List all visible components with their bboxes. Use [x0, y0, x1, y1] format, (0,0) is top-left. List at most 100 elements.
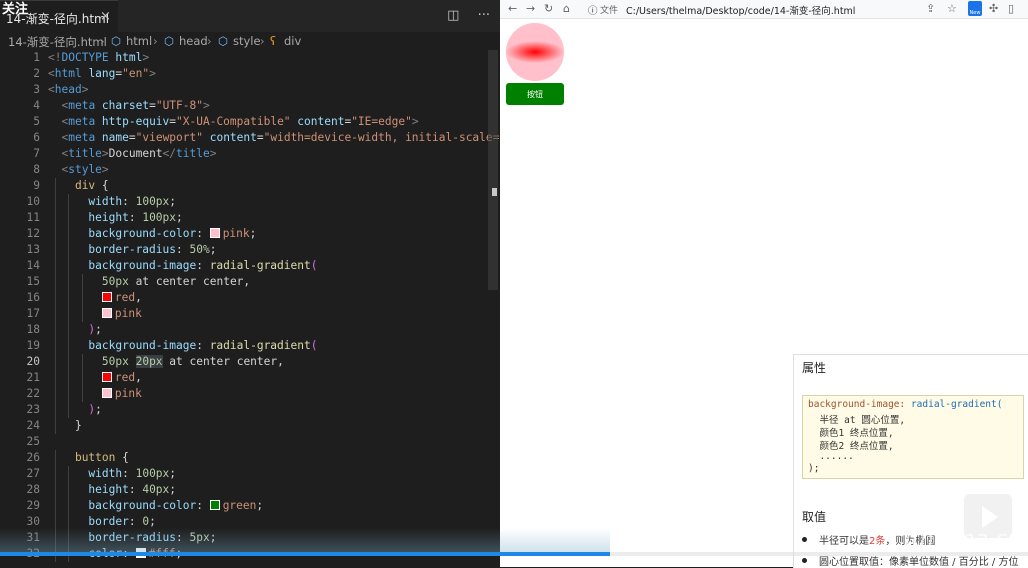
code-line[interactable]: 21 red,: [0, 370, 500, 386]
code-line[interactable]: 5 <meta http-equiv="X-UA-Compatible" con…: [0, 114, 500, 130]
editor-scrollbar[interactable]: [488, 50, 498, 290]
code-line[interactable]: 16 red,: [0, 290, 500, 306]
code-text: border-radius: 50%;: [88, 243, 217, 256]
breadcrumb-style[interactable]: style: [233, 34, 261, 48]
sidebar-icon[interactable]: ▯: [1008, 2, 1014, 15]
line-number: 17: [26, 307, 40, 320]
code-line[interactable]: 9 div {: [0, 178, 500, 194]
line-number: 29: [26, 499, 40, 512]
puzzle-icon[interactable]: ✣: [989, 2, 998, 15]
code-line[interactable]: 4 <meta charset="UTF-8">: [0, 98, 500, 114]
code-text: <meta name="viewport" content="width=dev…: [61, 131, 500, 144]
back-icon[interactable]: ←: [508, 2, 517, 15]
follow-label[interactable]: 关注: [2, 0, 28, 17]
code-line[interactable]: 3 <head>: [0, 82, 500, 98]
close-icon[interactable]: ×: [100, 9, 111, 24]
element-icon: ⬡: [164, 34, 175, 48]
info-icon[interactable]: ⓘ: [588, 3, 598, 17]
home-icon[interactable]: ⌂: [563, 2, 570, 15]
breadcrumb-head[interactable]: head: [179, 34, 208, 48]
line-number: 10: [26, 195, 40, 208]
line-number: 25: [26, 435, 40, 448]
code-line[interactable]: 14 background-image: radial-gradient(: [0, 258, 500, 274]
video-progress-track[interactable]: [610, 552, 1028, 556]
play-icon: [982, 506, 998, 528]
video-progress-bar[interactable]: [0, 552, 610, 556]
code-text: );: [88, 323, 102, 336]
code-editor: 14-渐变-径向.html × ◫ ··· 关注 14-渐变-径向.html ›…: [0, 0, 500, 567]
code-text: <head>: [48, 83, 89, 96]
syntax-line: 半径 at 圆心位置,: [808, 415, 906, 426]
code-line[interactable]: 13 border-radius: 50%;: [0, 242, 500, 258]
code-line[interactable]: 6 <meta name="viewport" content="width=d…: [0, 130, 500, 146]
code-line[interactable]: 20 50px 20px at center center,: [0, 354, 500, 370]
scroll-cursor-marker: [492, 188, 497, 196]
code-text: pink: [48, 306, 142, 322]
line-number: 4: [33, 99, 40, 112]
code-line[interactable]: 18 );: [0, 322, 500, 338]
code-line[interactable]: 11 height: 100px;: [0, 210, 500, 226]
code-line[interactable]: 17 pink: [0, 306, 500, 322]
forward-icon[interactable]: →: [526, 2, 535, 15]
chevron-right-icon: ›: [153, 34, 158, 48]
code-text: background-image: radial-gradient(: [88, 259, 318, 272]
code-line[interactable]: 12 background-color: pink;: [0, 226, 500, 242]
code-line[interactable]: 22 pink: [0, 386, 500, 402]
breadcrumb-html[interactable]: html: [126, 34, 152, 48]
code-line[interactable]: 23 );: [0, 402, 500, 418]
code-text: pink: [48, 386, 142, 402]
code-line[interactable]: 1 <!DOCTYPE html>: [0, 50, 500, 66]
extension-icon[interactable]: New: [968, 1, 982, 16]
line-number: 13: [26, 243, 40, 256]
line-number: 9: [33, 179, 40, 192]
code-text: <meta http-equiv="X-UA-Compatible" conte…: [61, 115, 419, 128]
address-input[interactable]: C:/Users/thelma/Desktop/code/14-渐变-径向.ht…: [626, 3, 855, 17]
code-line[interactable]: 10 width: 100px;: [0, 194, 500, 210]
syntax-box: background-image: radial-gradient( 半径 at…: [802, 395, 1024, 479]
element-icon: ⬡: [111, 34, 122, 48]
file-scheme-label: 文件: [600, 6, 619, 16]
bullet-dot: [802, 537, 807, 542]
star-icon[interactable]: ☆: [947, 2, 957, 15]
watermark: itheima.cn: [905, 527, 1022, 552]
breadcrumb: 14-渐变-径向.html › ⬡ html › ⬡ head › ⬡ styl…: [0, 32, 500, 50]
code-line[interactable]: 25: [0, 434, 500, 450]
code-text: <style>: [61, 163, 109, 176]
line-number: 23: [26, 403, 40, 416]
split-editor-icon[interactable]: ◫: [447, 8, 459, 23]
code-line[interactable]: 29 background-color: green;: [0, 498, 500, 514]
code-line[interactable]: 26 button {: [0, 450, 500, 466]
line-number: 19: [26, 339, 40, 352]
code-line[interactable]: 24 }: [0, 418, 500, 434]
demo-button[interactable]: 按钮: [506, 83, 564, 105]
line-number: 24: [26, 419, 40, 432]
more-icon[interactable]: ···: [478, 8, 490, 23]
reload-icon[interactable]: ↻: [544, 2, 553, 15]
code-line[interactable]: 15 50px at center center,: [0, 274, 500, 290]
audio-waveform: [0, 528, 610, 552]
code-area[interactable]: 1 <!DOCTYPE html> 2 <html lang="en"> 3 <head>…: [0, 50, 500, 562]
line-number: 11: [26, 211, 40, 224]
code-line[interactable]: 2 <html lang="en">: [0, 66, 500, 82]
bullet-text: 半径可以是: [819, 536, 869, 547]
editor-tab-bar: 14-渐变-径向.html × ◫ ···: [0, 0, 500, 32]
code-line[interactable]: 8 <style>: [0, 162, 500, 178]
code-line[interactable]: 7 <title>Document</title>: [0, 146, 500, 162]
code-text: red,: [48, 370, 142, 386]
breadcrumb-file[interactable]: 14-渐变-径向.html: [8, 34, 107, 50]
code-text: width: 100px;: [88, 467, 177, 480]
share-icon[interactable]: ⇪: [926, 2, 935, 15]
chevron-right-icon: ›: [100, 34, 105, 48]
code-line[interactable]: 28 height: 40px;: [0, 482, 500, 498]
code-text: <!DOCTYPE html>: [48, 51, 150, 64]
breadcrumb-div[interactable]: div: [284, 34, 301, 48]
line-number: 7: [33, 147, 40, 160]
line-number: 16: [26, 291, 40, 304]
code-line[interactable]: 27 width: 100px;: [0, 466, 500, 482]
line-number: 15: [26, 275, 40, 288]
code-text: }: [74, 419, 82, 432]
line-number: 14: [26, 259, 40, 272]
code-line[interactable]: 19 background-image: radial-gradient(: [0, 338, 500, 354]
code-text: background-image: radial-gradient(: [88, 339, 318, 352]
slide-title: 属性: [802, 361, 827, 375]
